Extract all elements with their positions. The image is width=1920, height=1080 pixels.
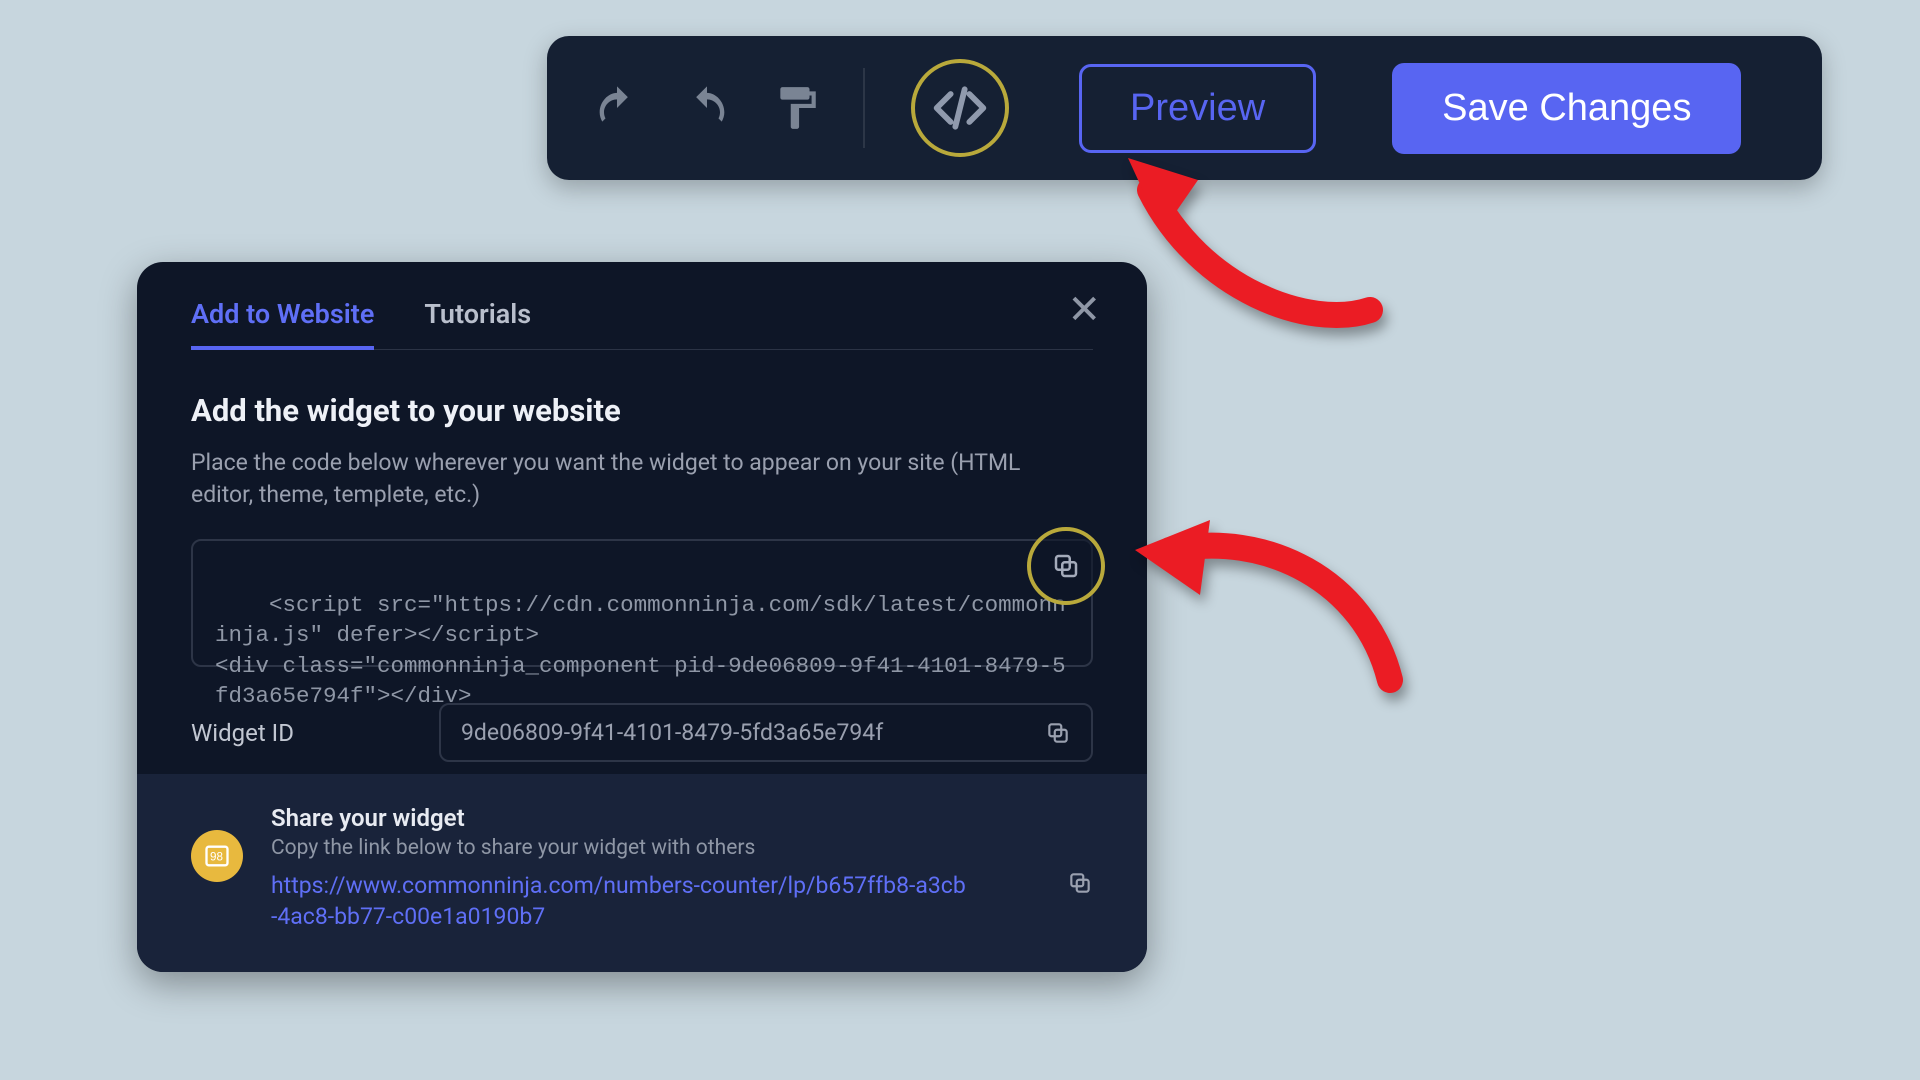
copy-share-link-icon[interactable] (1067, 870, 1093, 896)
copy-id-icon[interactable] (1045, 720, 1071, 746)
embed-code-text: <script src="https://cdn.commonninja.com… (215, 592, 1066, 709)
annotation-arrow-2 (1115, 490, 1415, 710)
embed-modal: ✕ Add to Website Tutorials Add the widge… (137, 262, 1147, 972)
share-title: Share your widget (271, 804, 1093, 832)
share-description: Copy the link below to share your widget… (271, 836, 1093, 860)
format-paint-icon[interactable] (767, 78, 827, 138)
save-changes-button[interactable]: Save Changes (1392, 63, 1741, 154)
toolbar-separator (863, 68, 865, 148)
tab-tutorials[interactable]: Tutorials (424, 298, 531, 349)
embed-code-button[interactable] (911, 59, 1009, 157)
share-link[interactable]: https://www.commonninja.com/numbers-coun… (271, 870, 971, 932)
modal-tabs: Add to Website Tutorials (191, 298, 1093, 350)
copy-code-button[interactable] (1027, 527, 1105, 605)
share-section: 98 Share your widget Copy the link below… (137, 774, 1147, 972)
svg-text:98: 98 (210, 851, 223, 864)
share-widget-icon: 98 (191, 830, 243, 882)
annotation-arrow-1 (1110, 140, 1400, 340)
widget-id-value: 9de06809-9f41-4101-8479-5fd3a65e794f (461, 719, 883, 746)
close-icon[interactable]: ✕ (1067, 290, 1101, 330)
widget-id-field[interactable]: 9de06809-9f41-4101-8479-5fd3a65e794f (439, 703, 1093, 762)
undo-icon[interactable] (587, 78, 647, 138)
embed-code-box[interactable]: <script src="https://cdn.commonninja.com… (191, 539, 1093, 667)
section-title: Add the widget to your website (191, 392, 1093, 429)
widget-id-row: Widget ID 9de06809-9f41-4101-8479-5fd3a6… (191, 703, 1093, 762)
tab-add-to-website[interactable]: Add to Website (191, 298, 374, 350)
section-description: Place the code below wherever you want t… (191, 447, 1051, 511)
redo-icon[interactable] (677, 78, 737, 138)
